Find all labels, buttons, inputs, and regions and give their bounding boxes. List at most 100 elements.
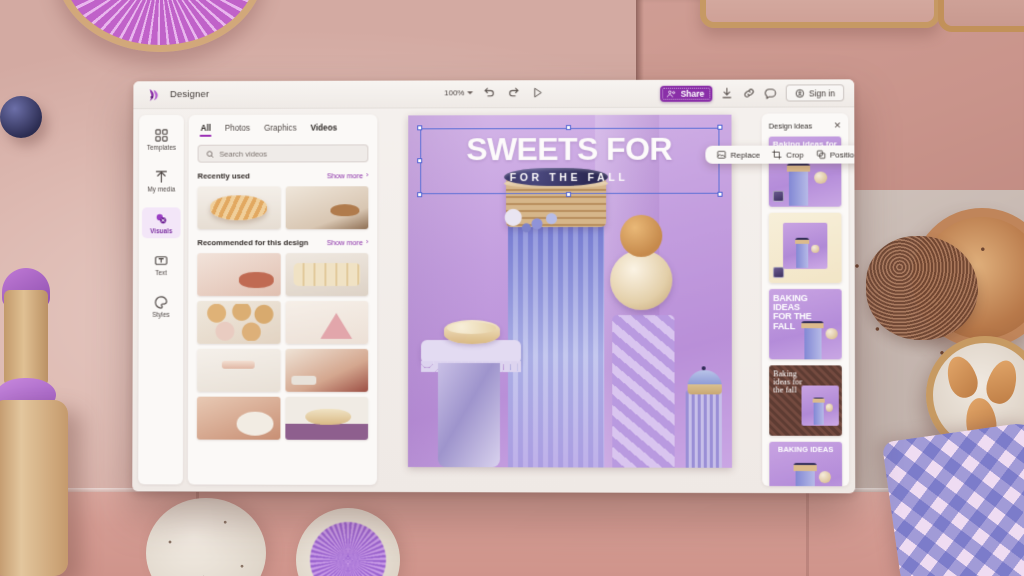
mini-pedestal (796, 242, 808, 268)
share-label: Share (680, 88, 705, 99)
canvas-area: Replace Crop Position SWEETS FOR FOR THE… (382, 114, 856, 486)
zoom-control[interactable]: 100% (444, 88, 474, 97)
styles-palette-icon (154, 295, 169, 310)
small-tart (443, 319, 500, 345)
comment-icon[interactable] (764, 86, 779, 101)
sidebar-item-visuals[interactable]: Visuals (141, 207, 181, 239)
section-title: Recently used (197, 171, 250, 181)
chevron-down-icon[interactable] (467, 91, 474, 95)
redo-icon[interactable] (506, 85, 521, 100)
sidebar-item-label: Text (155, 270, 168, 278)
design-idea-text-top: BAKING IDEAS (777, 444, 834, 454)
show-more-label: Show more (326, 171, 364, 181)
design-idea-cream-frame[interactable] (768, 212, 842, 283)
gingham-cloth (881, 418, 1024, 576)
design-idea-baking-ideas-split[interactable]: BAKING IDEAS FOR THE FALL (769, 441, 843, 487)
sidebar-item-my-media[interactable]: My media (142, 166, 181, 197)
design-canvas[interactable]: SWEETS FOR FOR THE FALL (407, 114, 732, 468)
mini-pedestal (813, 401, 824, 426)
sidebar-item-text[interactable]: Text (142, 249, 181, 280)
mini-cake (793, 462, 817, 471)
section-header-recently-used: Recently used Show more › (198, 171, 369, 180)
link-icon[interactable] (741, 86, 756, 101)
recommended-grid (196, 253, 369, 440)
mini-fluted-pedestal (685, 390, 722, 468)
crop-label: Crop (786, 150, 804, 160)
resize-handle-bottom-middle[interactable] (566, 191, 572, 197)
gold-rimmed-tray-secondary (938, 0, 1024, 32)
sidebar-item-label: My media (147, 186, 176, 194)
position-button[interactable]: Position (816, 149, 855, 159)
gold-rimmed-tray (700, 0, 940, 28)
resize-handle-bottom-right[interactable] (717, 191, 723, 197)
position-label: Position (829, 149, 856, 160)
design-ideas-panel: Design Ideas ✕ Baking ideas for the fall (761, 113, 850, 487)
titlebar-actions: Share Sign in (660, 84, 845, 102)
designer-app-window: Designer 100% Share Sign in Templates My… (132, 79, 856, 494)
share-button[interactable]: Share (660, 85, 713, 102)
tab-graphics[interactable]: Graphics (264, 124, 297, 137)
resize-handle-top-right[interactable] (716, 124, 722, 130)
account-person-icon (795, 88, 805, 98)
visuals-circles-icon (156, 214, 169, 226)
idea-badge (772, 266, 785, 278)
crop-button[interactable]: Crop (772, 150, 804, 160)
download-icon[interactable] (719, 86, 734, 101)
sidebar-item-styles[interactable]: Styles (142, 291, 181, 322)
media-thumb-cookies-on-plate-photo[interactable] (197, 253, 281, 296)
resize-handle-bottom-left[interactable] (416, 192, 422, 198)
chevron-right-icon: › (365, 239, 369, 247)
media-tabs: All Photos Graphics Videos (198, 123, 369, 136)
sidebar-item-label: Styles (152, 311, 170, 319)
media-thumb-bread-loaf-photo[interactable] (284, 396, 369, 440)
section-title: Recommended for this design (197, 238, 309, 248)
show-more-label: Show more (326, 238, 363, 248)
present-play-icon[interactable] (530, 85, 545, 100)
flower-garnish (499, 206, 566, 234)
search-placeholder: Search videos (219, 149, 268, 159)
design-idea-brown-serif[interactable]: Baking ideas for the fall (769, 365, 842, 436)
show-more-recently-used[interactable]: Show more › (327, 171, 369, 180)
media-thumb-croissant-photo[interactable] (197, 186, 281, 230)
mini-pedestal (789, 168, 809, 206)
app-body: Templates My media Visuals Text Styles A… (132, 107, 856, 493)
resize-handle-middle-left[interactable] (416, 158, 422, 164)
swirled-pedestal (611, 315, 675, 468)
media-thumb-layer-cake-stand-photo[interactable] (196, 348, 281, 392)
resize-handle-top-left[interactable] (416, 125, 422, 131)
tab-videos[interactable]: Videos (310, 124, 337, 137)
mini-bun (818, 471, 832, 484)
media-thumb-sliced-loaf-photo[interactable] (285, 253, 369, 296)
floating-image-toolbar: Replace Crop Position (705, 145, 856, 164)
media-thumb-macaron-tower-photo[interactable] (285, 300, 369, 344)
sidebar-item-label: Templates (146, 144, 177, 152)
media-thumb-baking-bowl-photo[interactable] (196, 396, 280, 440)
media-panel: All Photos Graphics Videos Search videos… (187, 114, 378, 485)
sidebar-item-templates[interactable]: Templates (142, 124, 181, 155)
sign-in-button[interactable]: Sign in (785, 84, 845, 102)
undo-icon[interactable] (483, 85, 498, 100)
design-idea-baking-ideas-stacked[interactable]: BAKING IDEAS FOR THE FALL (769, 289, 842, 360)
tab-all[interactable]: All (201, 124, 211, 137)
replace-label: Replace (730, 150, 761, 160)
media-thumb-kitchen-counter-photo[interactable] (285, 186, 369, 230)
resize-handle-top-middle[interactable] (566, 125, 572, 131)
tab-photos[interactable]: Photos (225, 124, 250, 137)
show-more-recommended[interactable]: Show more › (327, 238, 369, 247)
templates-grid-icon (156, 129, 169, 143)
rolling-pin-handle (4, 290, 48, 386)
media-thumb-table-setting-photo[interactable] (284, 348, 369, 392)
close-icon[interactable]: ✕ (834, 120, 842, 130)
mini-cake (795, 237, 810, 244)
mini-bun (811, 244, 820, 254)
cream-bun (609, 249, 672, 311)
media-thumb-muffins-photo[interactable] (197, 300, 281, 344)
headline-text-block[interactable]: SWEETS FOR FOR THE FALL (416, 124, 723, 198)
search-input[interactable]: Search videos (197, 144, 369, 163)
design-ideas-header: Design Ideas ✕ (769, 120, 842, 130)
crop-icon (772, 150, 782, 160)
text-box-icon (154, 253, 169, 268)
position-layers-icon (816, 150, 826, 160)
replace-button[interactable]: Replace (716, 150, 760, 160)
blueberry (0, 96, 42, 138)
